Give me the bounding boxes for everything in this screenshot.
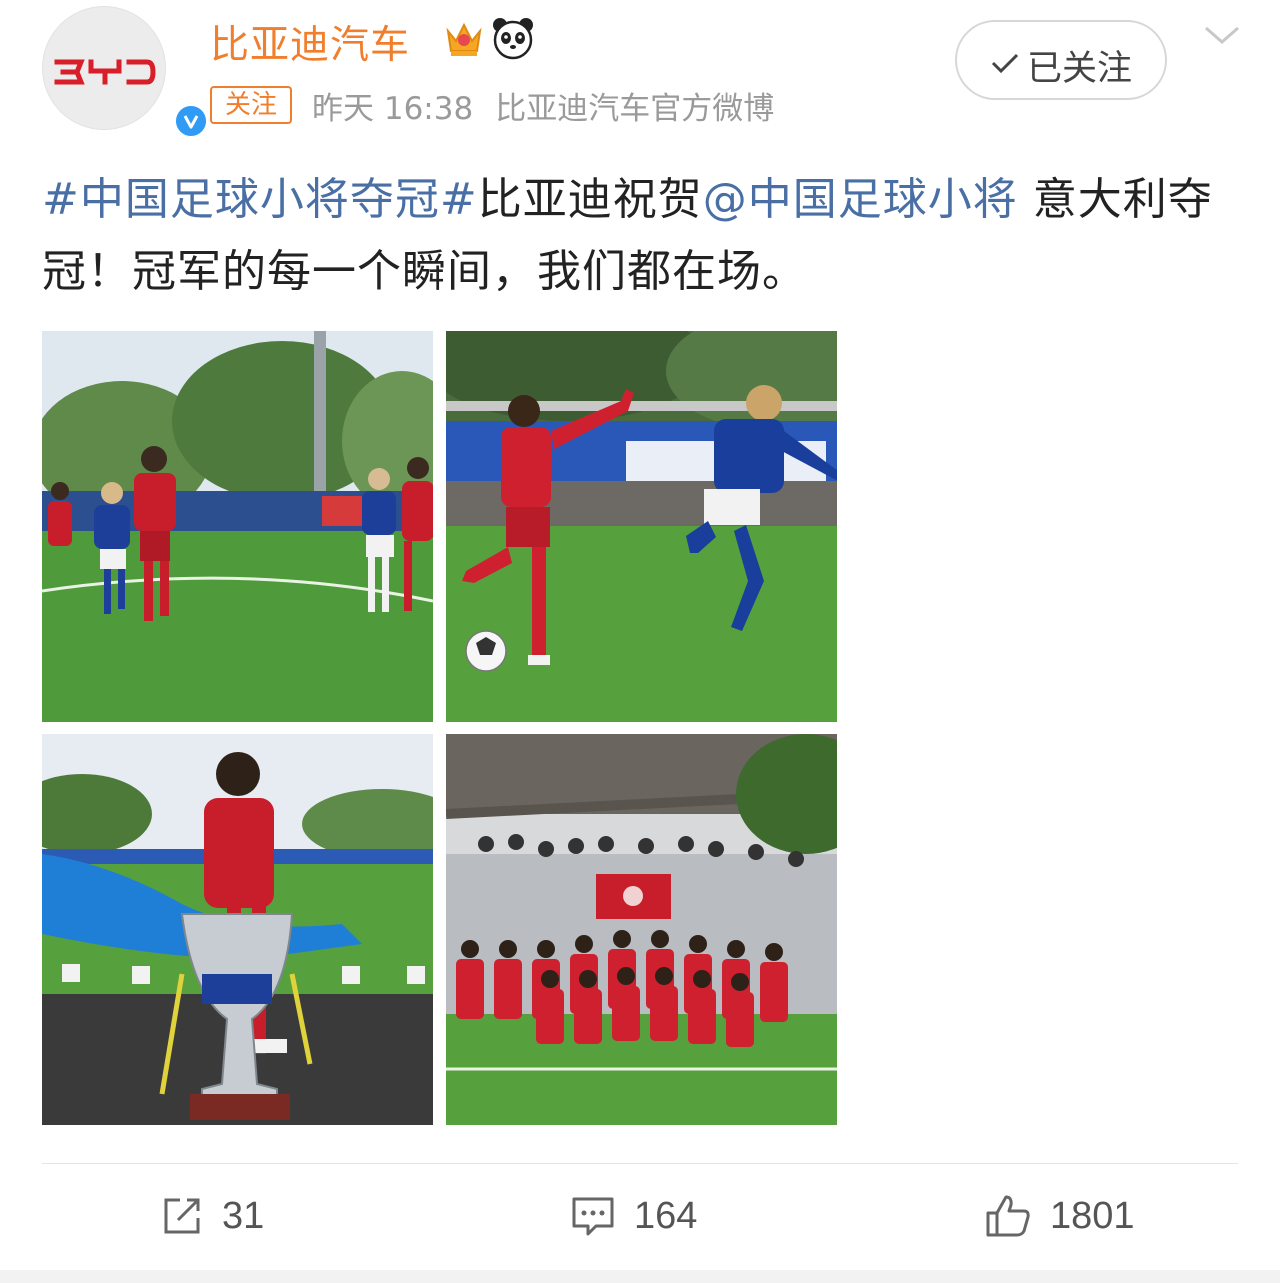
repost-count: 31 [222, 1194, 265, 1237]
panda-badge-icon [493, 18, 533, 60]
post-image-3[interactable] [42, 734, 433, 1125]
repost-button[interactable]: 31 [160, 1190, 264, 1242]
comment-count: 164 [634, 1194, 698, 1237]
post-image-1[interactable] [42, 331, 433, 722]
followed-button[interactable]: 已关注 [955, 20, 1167, 100]
post-image-4[interactable] [446, 734, 837, 1125]
account-name[interactable]: 比亚迪汽车 [210, 14, 410, 70]
like-count: 1801 [1050, 1194, 1135, 1237]
mention-link[interactable]: @中国足球小将 [703, 174, 1018, 225]
post-text: #中国足球小将夺冠#比亚迪祝贺@中国足球小将 意大利夺冠！冠军的每一个瞬间，我们… [42, 164, 1238, 308]
crown-badge-icon [446, 22, 482, 56]
check-icon [991, 53, 1019, 74]
post-meta: 昨天 16:38 比亚迪汽车官方微博 [312, 83, 774, 128]
repost-icon [164, 1198, 200, 1234]
followed-label: 已关注 [1027, 49, 1133, 89]
byd-logo-icon [54, 59, 156, 85]
post-image-2[interactable] [446, 331, 837, 722]
hashtag-link[interactable]: #中国足球小将夺冠# [42, 174, 478, 225]
follow-tag: 关注 [210, 86, 292, 124]
verified-badge-icon [173, 103, 209, 139]
chevron-down-icon[interactable] [1202, 24, 1242, 48]
divider [42, 1163, 1238, 1164]
post-text-part-1: 比亚迪祝贺 [477, 174, 703, 225]
comment-icon [572, 1197, 614, 1236]
comment-button[interactable]: 164 [570, 1190, 697, 1242]
post-source[interactable]: 比亚迪汽车官方微博 [495, 91, 774, 127]
post-time: 昨天 16:38 [312, 91, 474, 127]
like-button[interactable]: 1801 [984, 1190, 1135, 1242]
bottom-band [0, 1270, 1280, 1283]
thumbs-up-icon [986, 1195, 1030, 1237]
avatar[interactable] [42, 6, 209, 139]
